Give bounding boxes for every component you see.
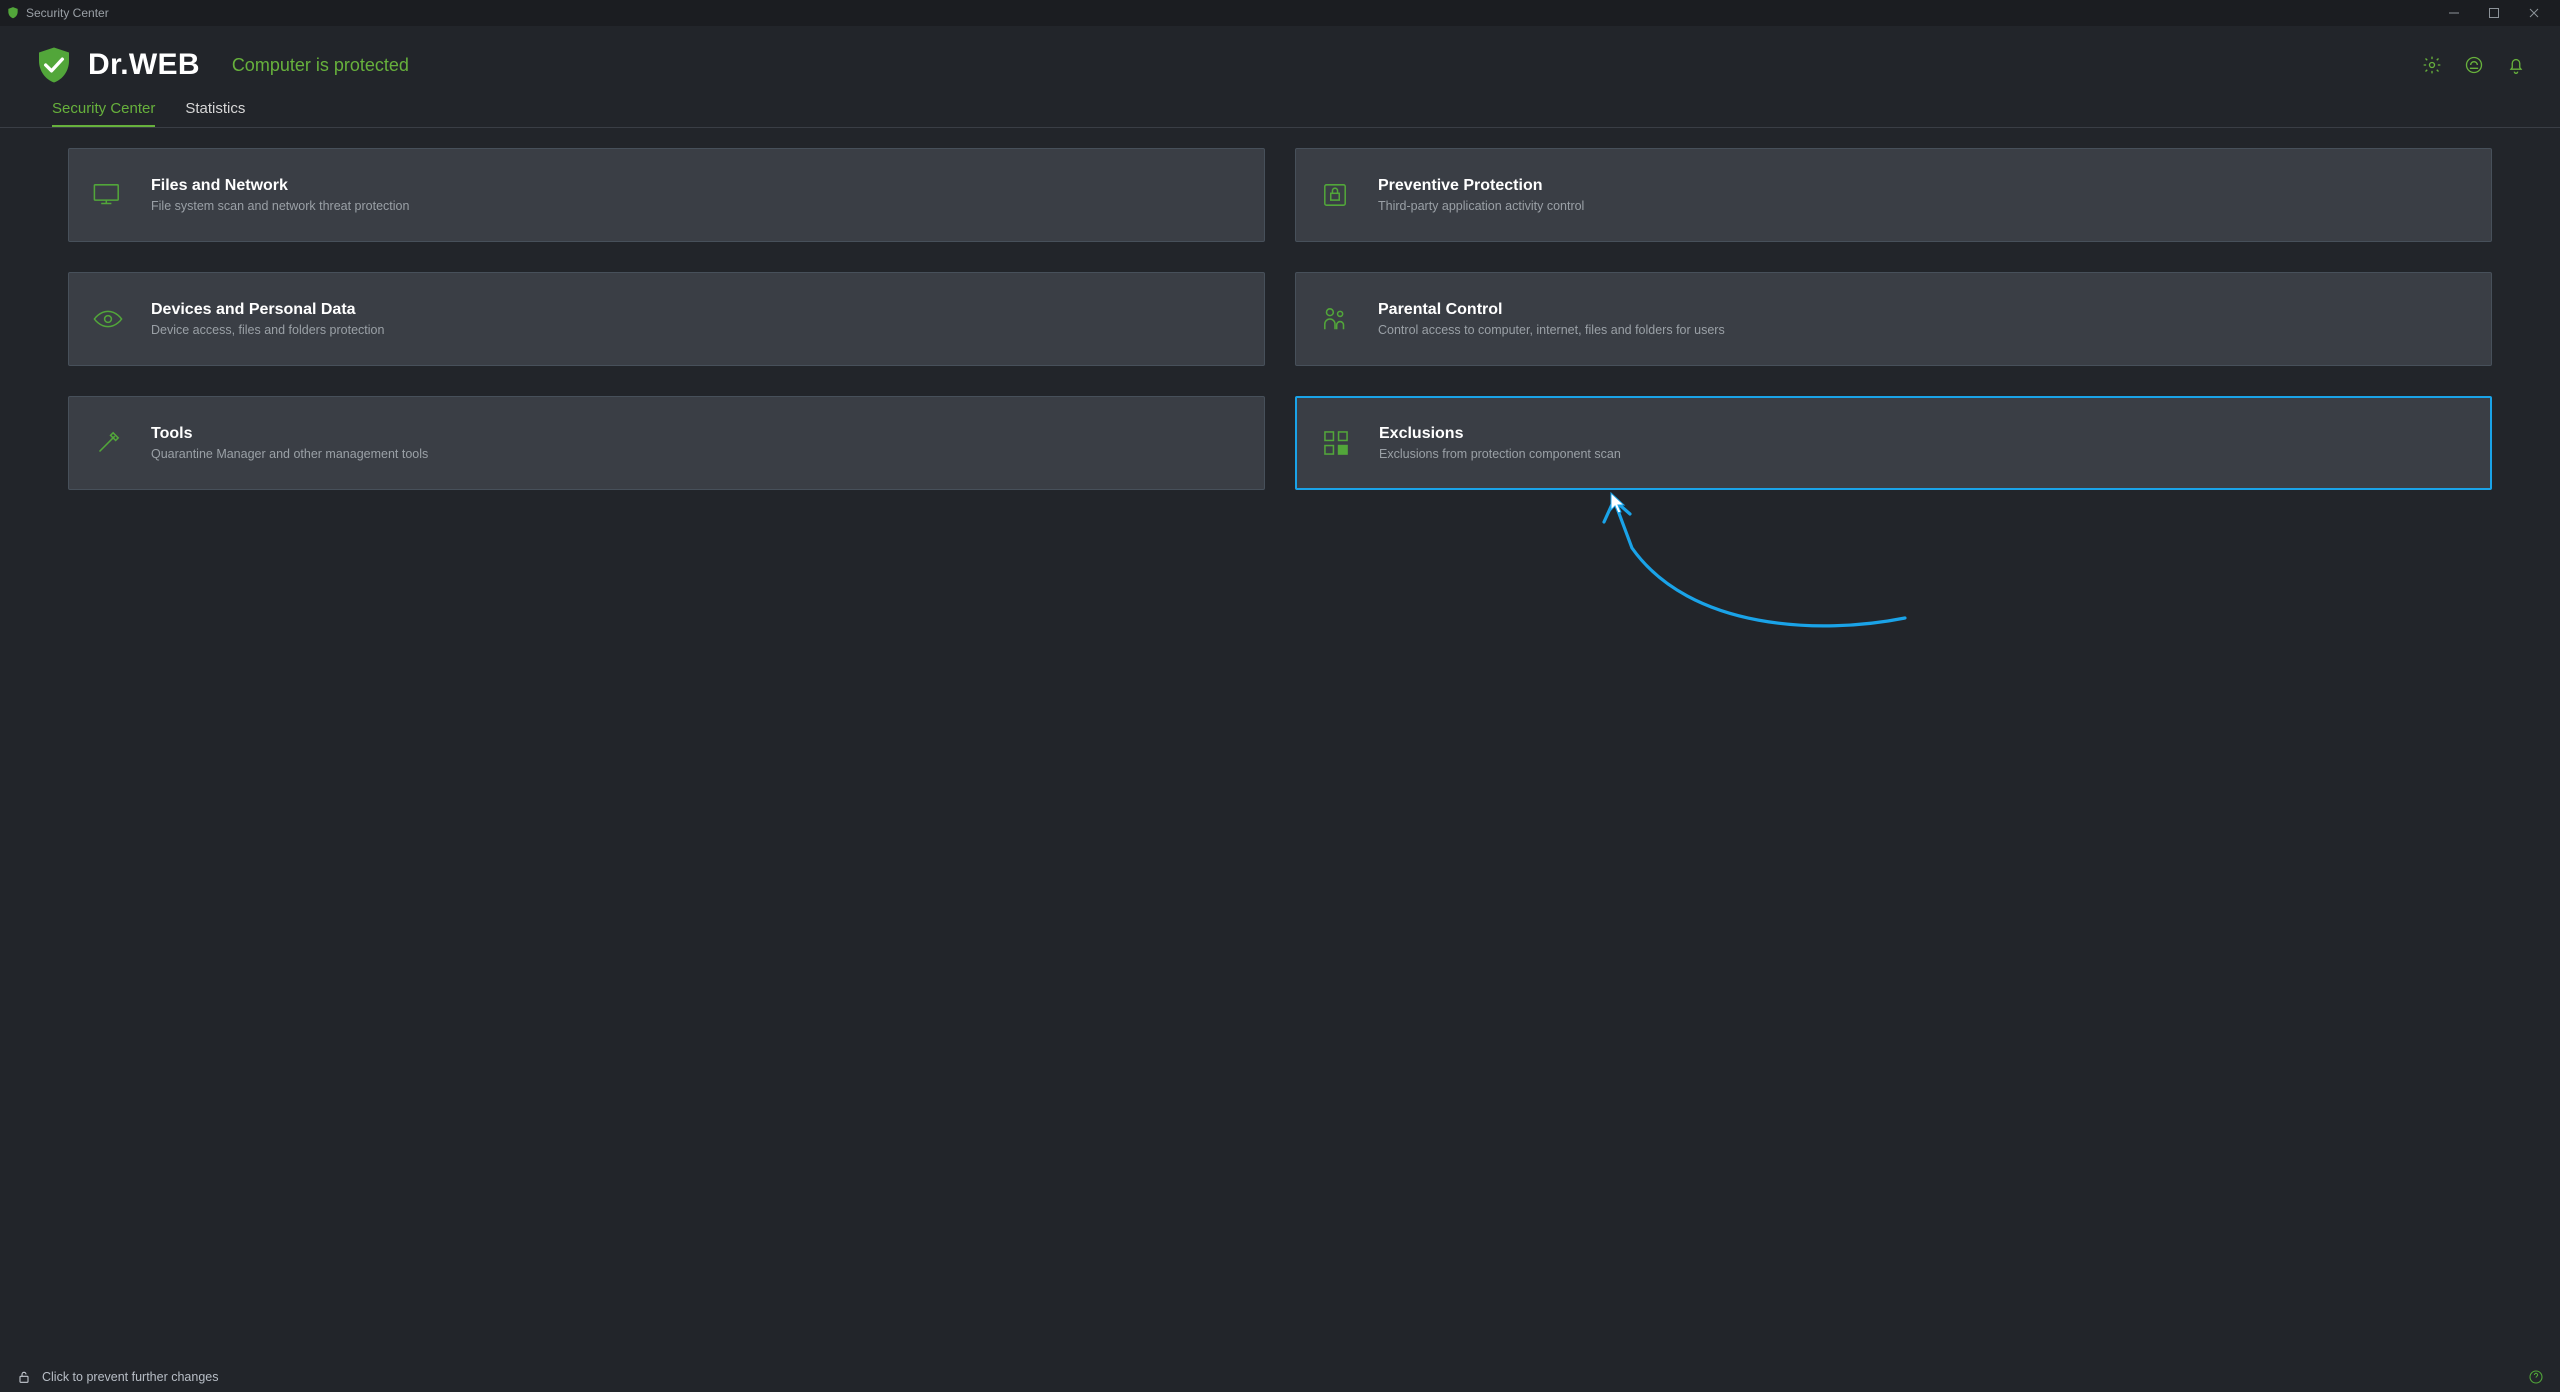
mouse-cursor-icon <box>1610 492 1626 514</box>
app-header: Dr.WEB Computer is protected <box>0 26 2560 94</box>
panel-title: Devices and Personal Data <box>151 301 384 319</box>
panel-title: Files and Network <box>151 177 409 195</box>
lock-status-text[interactable]: Click to prevent further changes <box>42 1370 218 1384</box>
settings-icon[interactable] <box>2422 55 2442 75</box>
notification-bell-icon[interactable] <box>2506 55 2526 75</box>
main-tabs: Security Center Statistics <box>0 94 2560 128</box>
window-maximize-button[interactable] <box>2474 0 2514 26</box>
panel-devices-data[interactable]: Devices and Personal Data Device access,… <box>68 272 1265 366</box>
monitor-shield-icon <box>91 178 125 212</box>
shield-icon <box>34 45 74 85</box>
tools-icon <box>91 426 125 460</box>
help-icon[interactable] <box>2528 1369 2544 1385</box>
security-panels-grid: Files and Network File system scan and n… <box>0 128 2560 490</box>
panel-exclusions[interactable]: Exclusions Exclusions from protection co… <box>1295 396 2492 490</box>
title-bar: Security Center <box>0 0 2560 26</box>
panel-desc: Control access to computer, internet, fi… <box>1378 323 1725 337</box>
header-actions <box>2422 55 2526 75</box>
panel-desc: Device access, files and folders protect… <box>151 323 384 337</box>
grid-exclusions-icon <box>1319 426 1353 460</box>
panel-desc: File system scan and network threat prot… <box>151 199 409 213</box>
tab-statistics[interactable]: Statistics <box>185 100 245 127</box>
panel-desc: Third-party application activity control <box>1378 199 1584 213</box>
panel-title: Parental Control <box>1378 301 1725 319</box>
brand-suffix: WEB <box>129 48 200 82</box>
status-bar: Click to prevent further changes <box>0 1362 2560 1392</box>
brand-name: Dr.WEB <box>88 48 200 82</box>
panel-desc: Exclusions from protection component sca… <box>1379 447 1621 461</box>
panel-tools[interactable]: Tools Quarantine Manager and other manag… <box>68 396 1265 490</box>
panel-preventive-protection[interactable]: Preventive Protection Third-party applic… <box>1295 148 2492 242</box>
tab-security-center[interactable]: Security Center <box>52 100 155 127</box>
eye-icon <box>91 302 125 336</box>
panel-title: Exclusions <box>1379 425 1621 443</box>
window-title: Security Center <box>26 6 109 20</box>
family-icon <box>1318 302 1352 336</box>
window-minimize-button[interactable] <box>2434 0 2474 26</box>
support-icon[interactable] <box>2464 55 2484 75</box>
panel-files-network[interactable]: Files and Network File system scan and n… <box>68 148 1265 242</box>
unlock-icon[interactable] <box>16 1369 32 1385</box>
lock-panel-icon <box>1318 178 1352 212</box>
brand-prefix: Dr. <box>88 48 129 82</box>
tab-label: Statistics <box>185 100 245 117</box>
panel-parental-control[interactable]: Parental Control Control access to compu… <box>1295 272 2492 366</box>
tab-label: Security Center <box>52 100 155 117</box>
protection-status: Computer is protected <box>232 55 409 76</box>
brand-logo: Dr.WEB Computer is protected <box>34 45 409 85</box>
panel-title: Preventive Protection <box>1378 177 1584 195</box>
window-close-button[interactable] <box>2514 0 2554 26</box>
app-shield-icon <box>6 6 20 20</box>
panel-title: Tools <box>151 425 428 443</box>
panel-desc: Quarantine Manager and other management … <box>151 447 428 461</box>
